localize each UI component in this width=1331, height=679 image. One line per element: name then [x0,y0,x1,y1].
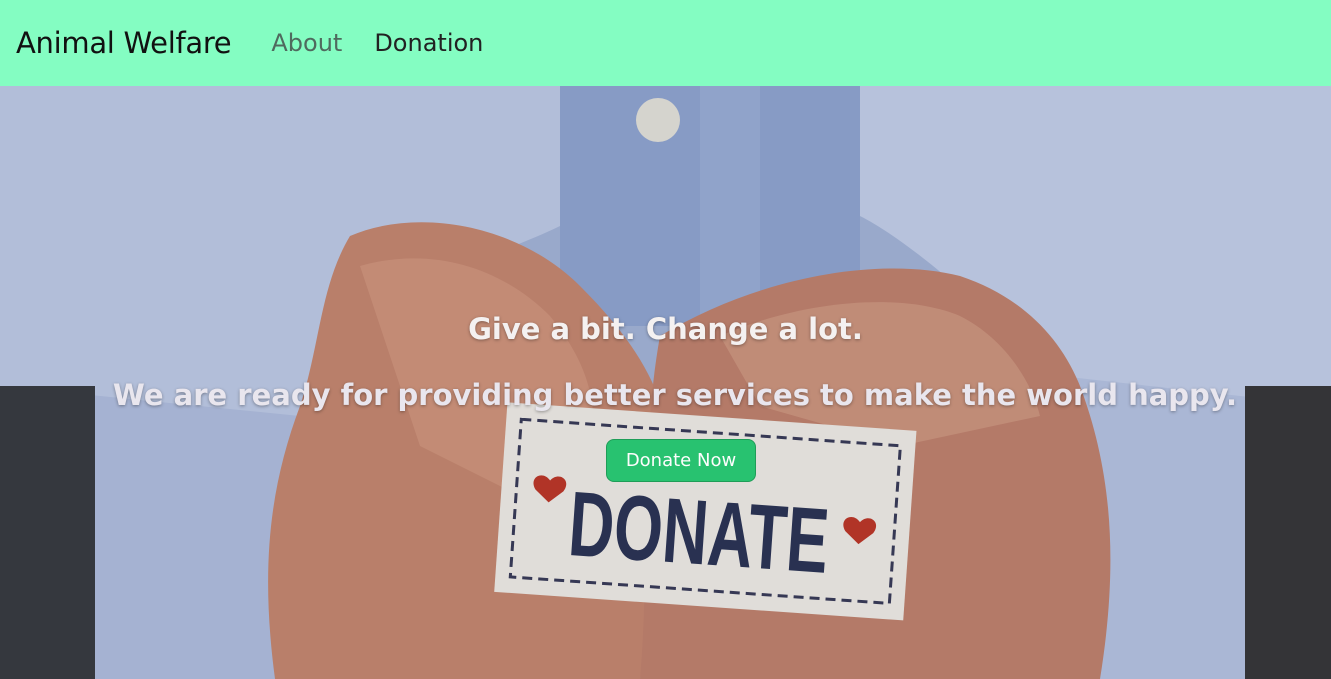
hero-title: Give a bit. Change a lot. [468,312,863,346]
hero-section: DONATE Give a bit. Change a lot. We are … [0,86,1331,679]
brand-logo[interactable]: Animal Welfare [16,26,232,60]
navbar: Animal Welfare About Donation [0,0,1331,86]
hero-subtitle: We are ready for providing better servic… [112,378,1238,412]
nav-link-about[interactable]: About [271,29,342,57]
donate-now-button[interactable]: Donate Now [606,439,756,482]
nav-link-donation[interactable]: Donation [374,29,483,57]
